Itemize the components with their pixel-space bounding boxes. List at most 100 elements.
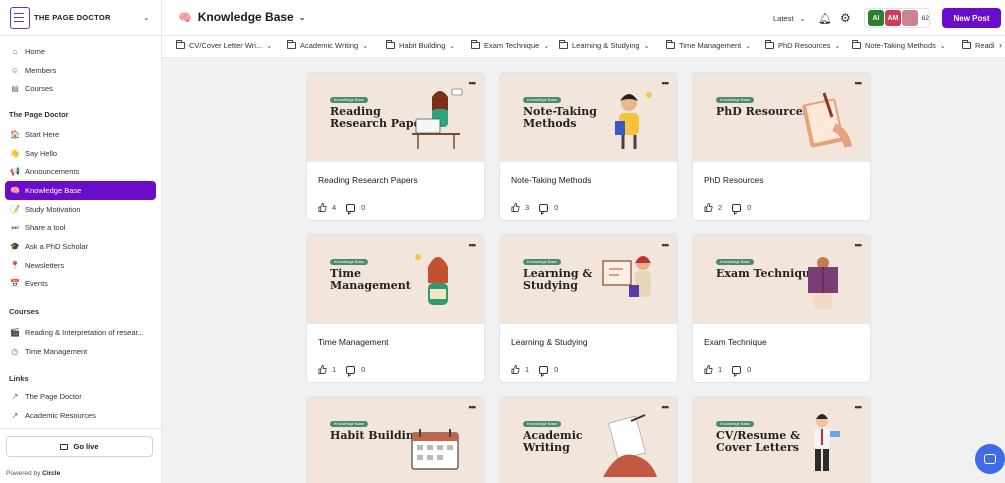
powered-by[interactable]: Powered by Circle [6,470,60,477]
post-card[interactable]: Knowledge Base Exam Technique ••• Exam Tech… [692,234,871,383]
community-switcher[interactable]: THE PAGE DOCTOR ⌄ [0,0,161,36]
sidebar-item-time-management[interactable]: ◷ Time Management [0,342,162,361]
sidebar-item-home[interactable]: ⌂ Home [0,42,162,61]
post-cover-image[interactable]: Knowledge Base CV/Resume & Cover Letters •… [693,397,870,483]
like-count: 2 [718,203,723,212]
chat-button[interactable] [975,444,1005,474]
like-icon[interactable] [511,365,520,374]
post-cover-image[interactable]: Knowledge Base PhD Resources ••• [693,73,870,162]
comment-icon[interactable] [539,203,549,212]
post-cover-image[interactable]: Knowledge Base Note-Taking Methods ••• [500,73,677,162]
post-cover-image[interactable]: Knowledge Base Academic Writing ••• [500,397,677,483]
post-card[interactable]: Knowledge Base Learning & Studying ••• Lear… [499,234,678,383]
sidebar-item-members[interactable]: ☺ Members [0,61,162,80]
like-icon[interactable] [318,365,327,374]
cover-title: CV/Resume & Cover Letters [716,429,801,454]
post-title[interactable]: Exam Technique [704,337,767,347]
space-title-dropdown[interactable]: 🧠 Knowledge Base ⌄ [178,10,305,24]
like-count: 1 [718,365,723,374]
post-card[interactable]: Knowledge Base Academic Writing ••• [499,396,678,483]
tab-label: Learning & Studying [572,41,640,50]
post-cover-image[interactable]: Knowledge Base Time Management ••• [307,235,484,324]
new-post-button[interactable]: New Post [942,8,1001,28]
comment-icon[interactable] [732,365,742,374]
more-options-icon[interactable]: ••• [469,78,477,88]
more-options-icon[interactable]: ••• [662,240,670,250]
tab-exam-technique[interactable]: Exam Technique ⌄ [471,40,549,50]
sidebar-item-say-hello[interactable]: 👋 Say Hello [0,144,162,163]
like-icon[interactable] [511,203,520,212]
post-card[interactable]: Knowledge Base PhD Resources ••• PhD Resour… [692,72,871,221]
tab-academic-writing[interactable]: Academic Writing ⌄ [287,40,368,50]
post-title[interactable]: Reading Research Papers [318,175,418,185]
post-title[interactable]: Time Management [318,337,389,347]
comment-icon[interactable] [346,203,356,212]
sidebar-item-newsletters[interactable]: 📍 Newsletters [0,256,162,275]
tab-time-management[interactable]: Time Management ⌄ [666,40,751,50]
like-icon[interactable] [704,365,713,374]
more-options-icon[interactable]: ••• [855,402,863,412]
post-title[interactable]: Note-Taking Methods [511,175,591,185]
tab-phd-resources[interactable]: PhD Resources ⌄ [765,40,841,50]
powered-by-prefix: Powered by [6,470,41,477]
sidebar-item-the-page-doctor[interactable]: ↗ The Page Doctor [0,387,162,406]
chat-bubble-icon [984,454,996,464]
comment-icon[interactable] [732,203,742,212]
chevron-down-icon: ⌄ [449,42,456,50]
more-options-icon[interactable]: ••• [662,402,670,412]
sidebar-item-academic-resources[interactable]: ↗ Academic Resources [0,406,162,425]
post-card[interactable]: Knowledge Base CV/Resume & Cover Letters •… [692,396,871,483]
chevron-down-icon: ⌄ [834,42,841,50]
tab-learning-studying[interactable]: Learning & Studying ⌄ [559,40,650,50]
post-title[interactable]: Learning & Studying [511,337,588,347]
more-options-icon[interactable]: ••• [469,240,477,250]
more-options-icon[interactable]: ••• [469,402,477,412]
post-card[interactable]: Knowledge Base Habit Building ••• [306,396,485,483]
chevron-down-icon: ⌄ [799,16,806,23]
scroll-right-icon[interactable]: › [999,40,1002,50]
tab-note-taking-methods[interactable]: Note-Taking Methods ⌄ [852,40,946,50]
boy-illustration [615,92,652,149]
sidebar-item-courses[interactable]: ▤ Courses [0,79,162,98]
tab-cv-cover-letter-wri[interactable]: CV/Cover Letter Wri... ⌄ [176,40,272,50]
tab-label: Time Management [679,41,742,50]
like-icon[interactable] [704,203,713,212]
more-options-icon[interactable]: ••• [662,78,670,88]
sidebar-item-reading-interpretation-of-resear[interactable]: 🎬 Reading & Interpretation of resear... [0,323,162,342]
gear-icon[interactable]: ⚙ [840,11,851,25]
sidebar-primary-nav: ⌂ Home ☺ Members ▤ Courses [0,42,162,98]
post-cover-image[interactable]: Knowledge Base Exam Technique ••• [693,235,870,324]
post-card[interactable]: Knowledge Base Reading Research Papers •••… [306,72,485,221]
bell-icon[interactable]: 🔔︎ [818,12,832,25]
like-icon[interactable] [318,203,327,212]
sidebar-item-knowledge-base[interactable]: 🧠 Knowledge Base [5,181,156,200]
video-camera-icon [60,443,69,450]
tab-habit-building[interactable]: Habit Building ⌄ [386,40,456,50]
comment-icon[interactable] [539,365,549,374]
post-card[interactable]: Knowledge Base Note-Taking Methods ••• Note… [499,72,678,221]
post-cover-image[interactable]: Knowledge Base Reading Research Papers ••• [307,73,484,162]
sort-dropdown[interactable]: Latest ⌄ [773,14,805,23]
post-card[interactable]: Knowledge Base Time Management ••• Time Man… [306,234,485,383]
tab-readi[interactable]: Readi [962,40,995,50]
members-avatars[interactable]: AI AM 62 [864,8,930,28]
folder-icon [471,40,480,49]
sidebar-item-start-here[interactable]: 🏠 Start Here [0,125,162,144]
comment-icon[interactable] [346,365,356,374]
sidebar-item-events[interactable]: 📅 Events [0,275,162,294]
cover-tag: Knowledge Base [716,259,755,265]
sidebar-item-ask-a-phd-scholar[interactable]: 🎓 Ask a PhD Scholar [0,237,162,256]
sidebar-item-announcements[interactable]: 📢 Announcements [0,162,162,181]
post-cover-image[interactable]: Knowledge Base Learning & Studying ••• [500,235,677,324]
sidebar-spaces-nav: 🏠 Start Here 👋 Say Hello 📢 Announcements 🧠 Know… [0,125,162,293]
more-options-icon[interactable]: ••• [855,240,863,250]
sidebar-item-share-a-tool[interactable]: ⏭ Share a tool [0,218,162,237]
more-options-icon[interactable]: ••• [855,78,863,88]
post-title[interactable]: PhD Resources [704,175,764,185]
board-illustration [602,256,651,297]
calendar-illustration [411,429,459,470]
go-live-button[interactable]: Go live [6,436,153,457]
post-cover-image[interactable]: Knowledge Base Habit Building ••• [307,397,484,483]
sidebar-item-study-motivation[interactable]: 📝 Study Motivation [0,200,162,219]
chevron-down-icon: ⌄ [643,42,650,50]
